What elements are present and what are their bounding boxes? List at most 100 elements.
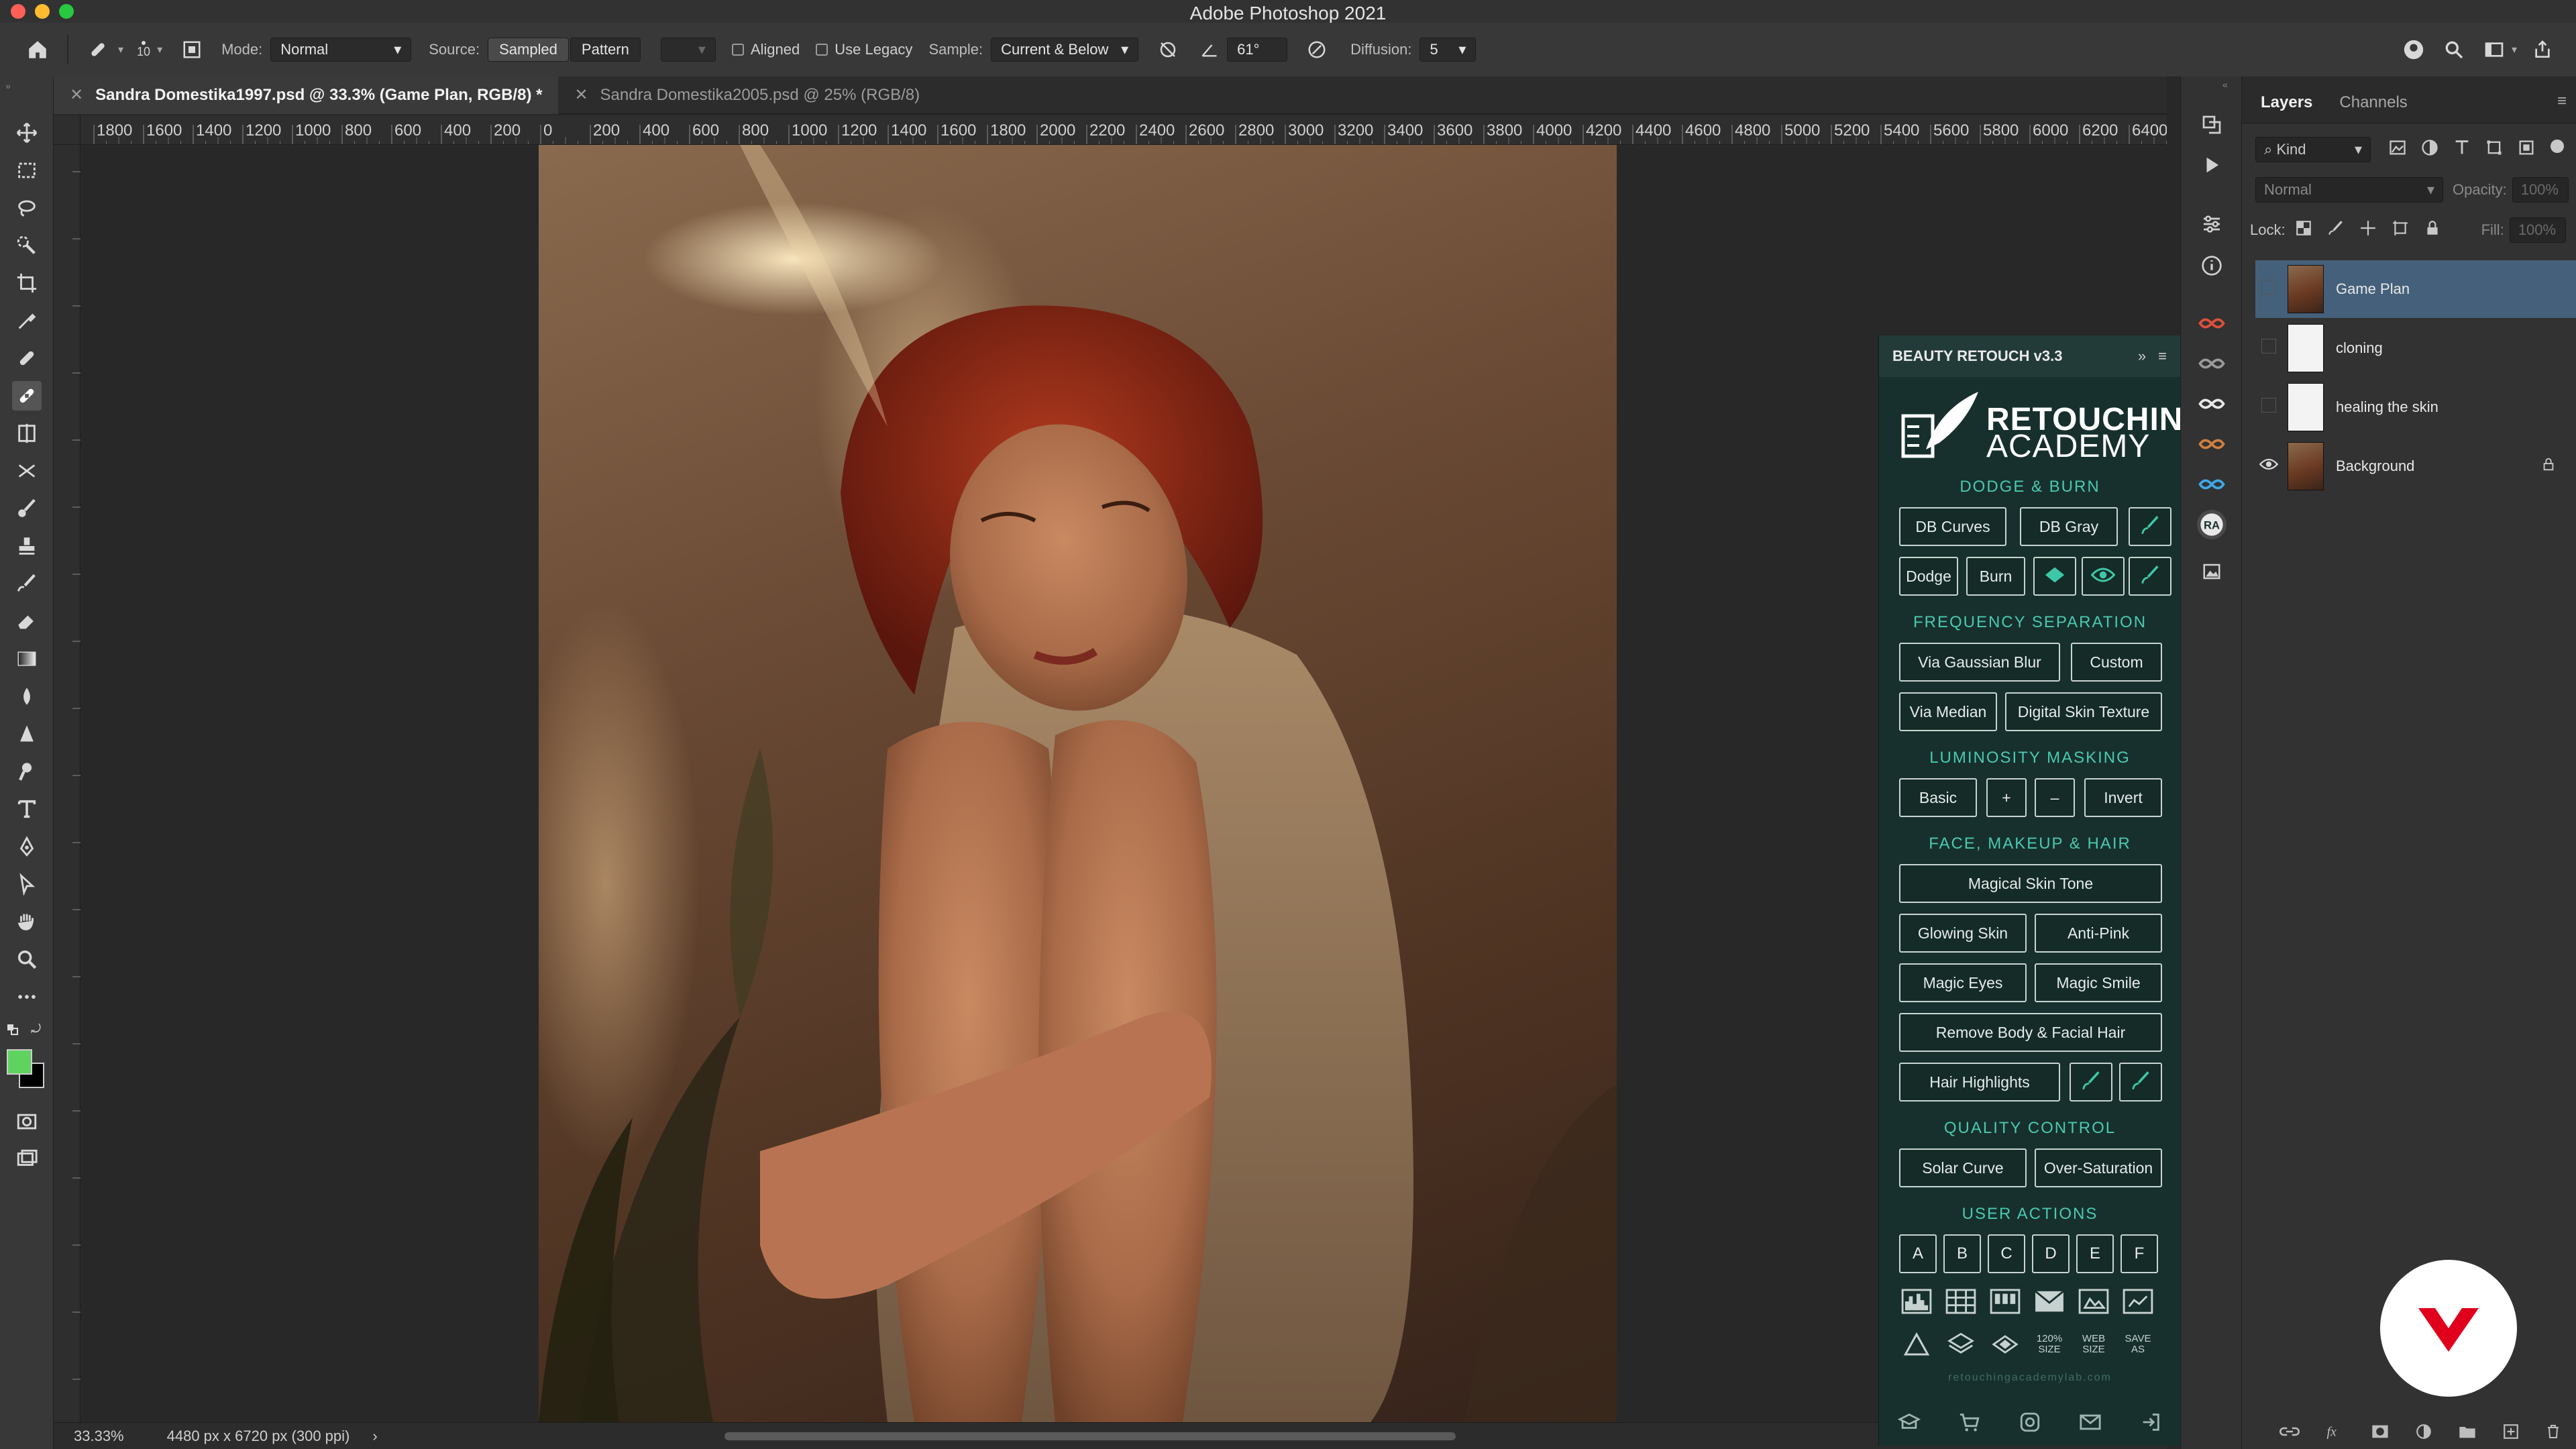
grid-icon[interactable]: [1941, 1284, 1981, 1319]
opacity-input[interactable]: 100%: [2512, 177, 2569, 203]
zoom-tool-icon[interactable]: [12, 945, 42, 974]
hair-brush-1-button[interactable]: [2070, 1063, 2112, 1102]
layer-name[interactable]: Background: [2336, 458, 2414, 475]
marquee-tool-icon[interactable]: [12, 156, 42, 185]
quick-selection-tool-icon[interactable]: [12, 231, 42, 260]
beauty-retouch-panel-icon[interactable]: RA: [2197, 510, 2226, 539]
document-image[interactable]: [539, 145, 1617, 1422]
close-icon[interactable]: ✕: [70, 85, 83, 105]
layer-name[interactable]: Game Plan: [2336, 280, 2410, 298]
adjustment-layer-icon[interactable]: [2415, 1423, 2432, 1445]
cart-icon[interactable]: [1958, 1411, 1981, 1437]
status-menu-arrow[interactable]: ›: [372, 1428, 377, 1445]
save-as-button[interactable]: SAVE AS: [2118, 1327, 2158, 1362]
angle-input[interactable]: 61°: [1227, 38, 1288, 62]
healing-brush-tool-icon[interactable]: [12, 381, 42, 411]
lock-pixels-icon[interactable]: [2327, 219, 2345, 241]
blend-mode-dropdown[interactable]: Normal ▾: [2255, 177, 2443, 203]
swap-colors-icon[interactable]: ⤾: [31, 1022, 46, 1037]
resize-120-button[interactable]: 120% SIZE: [2029, 1327, 2070, 1362]
lock-icon[interactable]: [2541, 456, 2556, 476]
invert-button[interactable]: Invert: [2084, 778, 2162, 817]
hair-highlights-button[interactable]: Hair Highlights: [1899, 1063, 2060, 1102]
exit-icon[interactable]: [2139, 1411, 2162, 1437]
dodge-button[interactable]: Dodge: [1899, 557, 1958, 596]
new-group-icon[interactable]: [2458, 1424, 2477, 1444]
link-layers-icon[interactable]: [2279, 1424, 2300, 1444]
triangle-icon[interactable]: [1896, 1327, 1937, 1362]
visibility-toggle[interactable]: [2255, 339, 2282, 358]
panel-menu-icon[interactable]: ≡: [2158, 347, 2167, 365]
collapse-icon[interactable]: «: [2222, 79, 2228, 90]
lock-all-icon[interactable]: [2424, 219, 2441, 241]
pressure-size-icon[interactable]: [1303, 36, 1330, 63]
mode-dropdown[interactable]: Normal ▾: [270, 38, 412, 62]
layer-style-fx-icon[interactable]: fx: [2325, 1422, 2345, 1446]
layer-row-background[interactable]: Background: [2255, 437, 2576, 495]
layer-row-game-plan[interactable]: Game Plan: [2255, 260, 2576, 318]
tab-document-2005[interactable]: ✕ Sandra Domestika2005.psd @ 25% (RGB/8): [558, 76, 936, 114]
close-icon[interactable]: ✕: [574, 85, 588, 105]
filter-type-icon[interactable]: [2453, 138, 2471, 161]
filter-shape-icon[interactable]: [2485, 138, 2504, 161]
sample-dropdown[interactable]: Current & Below ▾: [991, 38, 1139, 62]
gradient-tool-icon[interactable]: [12, 644, 42, 674]
dodge-tool-icon[interactable]: [12, 757, 42, 786]
actions-play-icon[interactable]: [2197, 150, 2226, 180]
clone-stamp-tool-icon[interactable]: [12, 531, 42, 561]
burn-button[interactable]: Burn: [1966, 557, 2025, 596]
instagram-icon[interactable]: [2019, 1411, 2041, 1437]
db-curves-button[interactable]: DB Curves: [1899, 507, 2006, 546]
hand-tool-icon[interactable]: [12, 907, 42, 936]
diffusion-dropdown[interactable]: 5 ▾: [1419, 38, 1477, 62]
share-icon[interactable]: [2529, 36, 2556, 63]
lock-artboard-icon[interactable]: [2392, 219, 2409, 241]
color-swatches-icon[interactable]: [1985, 1284, 2025, 1319]
plugin-infinity-red-icon[interactable]: [2197, 309, 2226, 338]
over-saturation-button[interactable]: Over-Saturation: [2035, 1148, 2162, 1187]
healing-brush-preset-icon[interactable]: [85, 36, 111, 63]
move-tool-icon[interactable]: [12, 118, 42, 148]
layer-name[interactable]: cloning: [2336, 339, 2383, 357]
solar-curve-button[interactable]: Solar Curve: [1899, 1148, 2027, 1187]
lock-transparency-icon[interactable]: [2295, 219, 2312, 241]
plugin-infinity-white-icon[interactable]: [2197, 389, 2226, 419]
source-sampled-button[interactable]: Sampled: [488, 38, 569, 62]
image-panel-icon[interactable]: [2197, 557, 2226, 586]
minus-button[interactable]: –: [2035, 778, 2075, 817]
academy-icon[interactable]: [1897, 1411, 1921, 1437]
chevron-down-icon[interactable]: ▾: [2512, 43, 2517, 56]
user-action-c-button[interactable]: C: [1988, 1234, 2025, 1273]
blur-tool-icon[interactable]: [12, 682, 42, 711]
brush-tool-icon[interactable]: [12, 494, 42, 523]
glowing-skin-button[interactable]: Glowing Skin: [1899, 914, 2027, 953]
remove-body-facial-hair-button[interactable]: Remove Body & Facial Hair: [1899, 1013, 2162, 1052]
aligned-checkbox[interactable]: [731, 44, 744, 56]
filter-adjustment-icon[interactable]: [2420, 138, 2439, 161]
plugin-infinity-gray-icon[interactable]: [2197, 349, 2226, 378]
sharpen-tool-icon[interactable]: [12, 719, 42, 749]
collapse-icon[interactable]: »: [5, 80, 11, 91]
eraser-tool-icon[interactable]: [12, 606, 42, 636]
pen-tool-icon[interactable]: [12, 832, 42, 861]
envelope-icon[interactable]: [2029, 1284, 2070, 1319]
custom-button[interactable]: Custom: [2071, 643, 2162, 682]
tab-layers[interactable]: Layers: [2247, 93, 2326, 123]
brush-size-picker[interactable]: 10: [137, 40, 150, 59]
user-action-e-button[interactable]: E: [2076, 1234, 2114, 1273]
info-panel-icon[interactable]: [2197, 251, 2226, 280]
use-legacy-checkbox[interactable]: [816, 44, 828, 56]
lasso-tool-icon[interactable]: [12, 193, 42, 223]
lock-position-icon[interactable]: [2359, 219, 2377, 241]
canvas-map-icon[interactable]: [2074, 1284, 2114, 1319]
user-action-b-button[interactable]: B: [1943, 1234, 1981, 1273]
web-size-button[interactable]: WEB SIZE: [2074, 1327, 2114, 1362]
histogram-icon[interactable]: [1896, 1284, 1937, 1319]
panel-menu-icon[interactable]: ≡: [2557, 92, 2576, 123]
workspace-icon[interactable]: [2481, 36, 2508, 63]
smart-object-icon[interactable]: [2118, 1284, 2158, 1319]
user-action-d-button[interactable]: D: [2032, 1234, 2070, 1273]
filter-kind-dropdown[interactable]: ⌕ Kind ▾: [2255, 137, 2371, 162]
db-eye-button[interactable]: [2082, 557, 2125, 596]
chevron-down-icon[interactable]: ▾: [118, 43, 123, 56]
